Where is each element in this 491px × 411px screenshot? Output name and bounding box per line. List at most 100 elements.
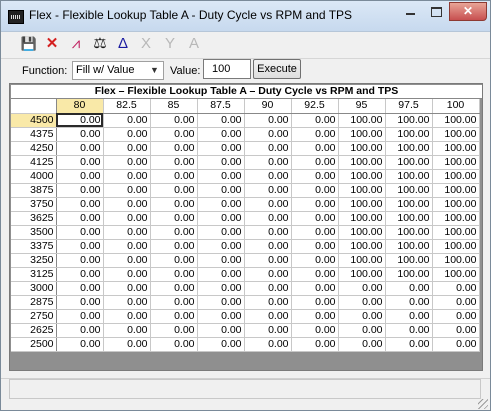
table-cell[interactable]: 100.00: [432, 211, 480, 226]
row-header[interactable]: 4000: [11, 169, 57, 184]
row-header[interactable]: 3000: [11, 281, 57, 296]
table-cell[interactable]: 0.00: [291, 155, 339, 170]
table-cell[interactable]: 100.00: [338, 225, 386, 240]
table-cell[interactable]: 0.00: [432, 337, 480, 352]
row-header[interactable]: 3500: [11, 225, 57, 240]
table-cell[interactable]: 0.00: [103, 281, 151, 296]
row-header[interactable]: 3875: [11, 183, 57, 198]
table-cell[interactable]: 0.00: [103, 211, 151, 226]
table-cell[interactable]: 0.00: [197, 155, 245, 170]
table-cell[interactable]: 100.00: [338, 239, 386, 254]
table-cell[interactable]: 100.00: [432, 267, 480, 282]
column-header[interactable]: 82.5: [103, 99, 151, 114]
table-cell[interactable]: 100.00: [432, 239, 480, 254]
table-cell[interactable]: 0.00: [56, 197, 104, 212]
scale-x-icon[interactable]: X: [137, 35, 155, 53]
table-cell[interactable]: 0.00: [150, 323, 198, 338]
table-cell[interactable]: 0.00: [338, 337, 386, 352]
column-header[interactable]: 90: [244, 99, 292, 114]
table-cell[interactable]: 0.00: [103, 239, 151, 254]
table-cell[interactable]: 100.00: [432, 113, 480, 128]
table-cell[interactable]: 0.00: [56, 337, 104, 352]
table-cell[interactable]: 0.00: [244, 225, 292, 240]
table-cell[interactable]: 0.00: [56, 281, 104, 296]
table-cell[interactable]: 0.00: [291, 239, 339, 254]
table-cell[interactable]: 0.00: [150, 197, 198, 212]
column-header[interactable]: 85: [150, 99, 198, 114]
table-cell[interactable]: 0.00: [103, 141, 151, 156]
table-cell[interactable]: 0.00: [150, 253, 198, 268]
table-cell[interactable]: 100.00: [385, 113, 433, 128]
table-cell[interactable]: 0.00: [56, 127, 104, 142]
table-cell[interactable]: 0.00: [291, 267, 339, 282]
table-cell[interactable]: 0.00: [385, 295, 433, 310]
table-cell[interactable]: 0.00: [150, 281, 198, 296]
table-cell[interactable]: 0.00: [103, 169, 151, 184]
table-cell[interactable]: 0.00: [150, 225, 198, 240]
table-cell[interactable]: 100.00: [385, 239, 433, 254]
table-cell[interactable]: 0.00: [291, 211, 339, 226]
table-cell[interactable]: 0.00: [244, 211, 292, 226]
table-cell[interactable]: 0.00: [197, 253, 245, 268]
row-header[interactable]: 3375: [11, 239, 57, 254]
table-cell[interactable]: 0.00: [338, 295, 386, 310]
table-cell[interactable]: 0.00: [197, 183, 245, 198]
row-header[interactable]: 2750: [11, 309, 57, 324]
table-cell[interactable]: 0.00: [244, 281, 292, 296]
table-cell[interactable]: 0.00: [56, 239, 104, 254]
row-header[interactable]: 4500: [11, 113, 57, 128]
table-cell[interactable]: 0.00: [291, 197, 339, 212]
table-cell[interactable]: 100.00: [385, 253, 433, 268]
table-cell[interactable]: 100.00: [338, 113, 386, 128]
table-cell[interactable]: 0.00: [56, 141, 104, 156]
table-cell[interactable]: 100.00: [338, 155, 386, 170]
table-cell[interactable]: 100.00: [385, 141, 433, 156]
table-cell[interactable]: 0.00: [197, 337, 245, 352]
function-select[interactable]: Fill w/ Value ▼: [72, 61, 164, 80]
row-header[interactable]: 3750: [11, 197, 57, 212]
column-header[interactable]: 97.5: [385, 99, 433, 114]
table-cell[interactable]: 0.00: [432, 295, 480, 310]
table-cell[interactable]: 100.00: [385, 169, 433, 184]
table-cell[interactable]: 0.00: [244, 127, 292, 142]
table-cell[interactable]: 0.00: [197, 211, 245, 226]
table-cell[interactable]: 100.00: [338, 169, 386, 184]
table-cell[interactable]: 0.00: [291, 183, 339, 198]
save-icon[interactable]: 💾: [20, 35, 38, 53]
table-cell[interactable]: 0.00: [103, 197, 151, 212]
table-cell[interactable]: 0.00: [197, 239, 245, 254]
table-cell[interactable]: 0.00: [56, 169, 104, 184]
table-cell[interactable]: 0.00: [56, 183, 104, 198]
table-cell[interactable]: 0.00: [103, 323, 151, 338]
table-cell[interactable]: 100.00: [385, 183, 433, 198]
table-cell[interactable]: 0.00: [291, 253, 339, 268]
table-cell[interactable]: 0.00: [197, 267, 245, 282]
table-cell[interactable]: 0.00: [244, 239, 292, 254]
table-cell[interactable]: 0.00: [56, 309, 104, 324]
table-cell[interactable]: 0.00: [244, 197, 292, 212]
table-cell[interactable]: 0.00: [385, 309, 433, 324]
table-cell[interactable]: 0.00: [56, 155, 104, 170]
close-button[interactable]: ✕: [449, 2, 487, 21]
column-header[interactable]: 87.5: [197, 99, 245, 114]
table-cell[interactable]: 100.00: [385, 127, 433, 142]
table-cell[interactable]: 0.00: [244, 183, 292, 198]
table-cell[interactable]: 100.00: [338, 253, 386, 268]
table-cell[interactable]: 100.00: [338, 141, 386, 156]
title-bar[interactable]: Flex - Flexible Lookup Table A - Duty Cy…: [1, 1, 490, 32]
table-cell[interactable]: 100.00: [432, 183, 480, 198]
table-cell[interactable]: 0.00: [56, 253, 104, 268]
table-cell[interactable]: 0.00: [103, 127, 151, 142]
row-header[interactable]: 2625: [11, 323, 57, 338]
table-cell[interactable]: 0.00: [197, 141, 245, 156]
execute-button[interactable]: Execute: [253, 59, 301, 79]
table-cell[interactable]: 0.00: [385, 337, 433, 352]
table-cell[interactable]: 0.00: [56, 211, 104, 226]
table-cell[interactable]: 100.00: [338, 211, 386, 226]
table-cell[interactable]: 0.00: [197, 169, 245, 184]
table-cell[interactable]: 0.00: [150, 239, 198, 254]
table-cell[interactable]: 100.00: [338, 197, 386, 212]
table-cell[interactable]: 0.00: [291, 309, 339, 324]
table-cell[interactable]: 0.00: [150, 127, 198, 142]
table-cell[interactable]: 0.00: [150, 113, 198, 128]
